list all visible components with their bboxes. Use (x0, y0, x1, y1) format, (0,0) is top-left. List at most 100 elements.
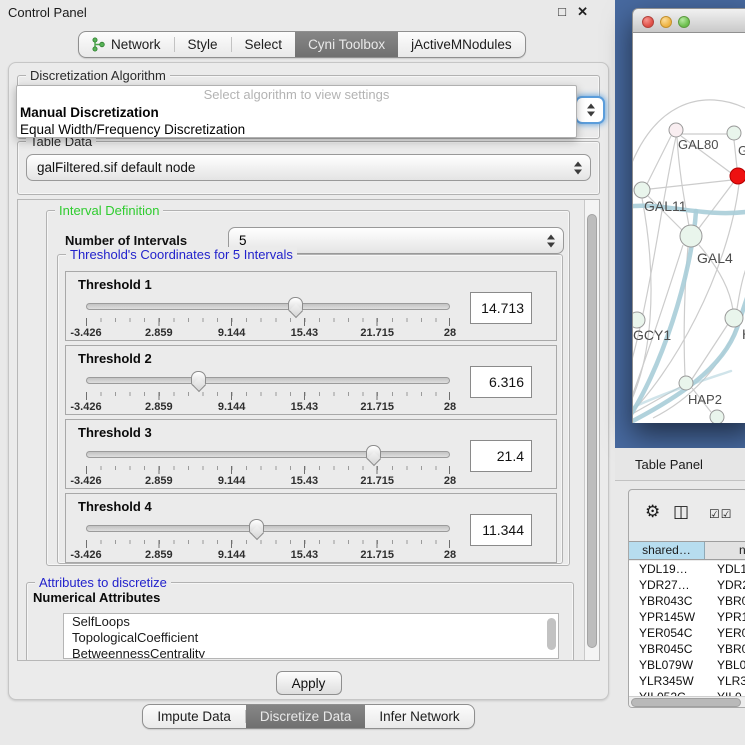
network-window-titlebar[interactable] (632, 8, 745, 33)
table-cell[interactable]: YPR1 (705, 609, 745, 625)
threshold-2-box: Threshold 2 -3.4262.8599.14415.4321.7152… (65, 345, 557, 415)
slider-thumb[interactable] (191, 371, 206, 386)
tab-network[interactable]: Network (79, 32, 174, 57)
float-window-icon[interactable]: □ (558, 4, 566, 19)
table-row[interactable]: YLR345WYLR3 (629, 673, 745, 689)
table-cell[interactable]: YER054C (629, 625, 705, 641)
dropdown-option-manual-discretization[interactable]: Manual Discretization (17, 104, 576, 121)
node-gcy1[interactable] (633, 312, 645, 328)
table-cell[interactable]: YIL0 (705, 689, 745, 696)
node-gal4[interactable] (680, 225, 702, 247)
slider-thumb[interactable] (249, 519, 264, 534)
list-scrollbar[interactable] (547, 616, 556, 656)
table-header-row: shared… na (629, 541, 745, 560)
table-row[interactable]: YPR145WYPR1 (629, 609, 745, 625)
algorithm-dropdown-popup: Select algorithm to view settings Manual… (16, 85, 577, 138)
table-cell[interactable]: YER0 (705, 625, 745, 641)
node-gal11[interactable] (634, 182, 650, 198)
tab-infer-network[interactable]: Infer Network (365, 705, 473, 728)
node-gal80[interactable] (669, 123, 683, 137)
table-cell[interactable]: YDR27… (629, 577, 705, 593)
list-item-betweennesscentrality[interactable]: BetweennessCentrality (64, 646, 558, 659)
top-tab-bar: Network Style Select Cyni Toolbox jActiv… (78, 31, 526, 58)
table-row[interactable]: YBL079WYBL0 (629, 657, 745, 673)
threshold-4-value-field[interactable]: 11.344 (470, 514, 532, 546)
stepper-arrows-icon (574, 160, 583, 175)
threshold-2-value-field[interactable]: 6.316 (470, 366, 532, 398)
control-panel-window: Control Panel □ ✕ Network Style (0, 0, 617, 745)
slider-track[interactable] (86, 451, 450, 458)
tick-label: 2.859 (145, 401, 173, 413)
algorithm-combobox[interactable] (575, 96, 605, 124)
table-cell[interactable]: YBR045C (629, 641, 705, 657)
table-row[interactable]: YDL19…YDL1 (629, 561, 745, 577)
threshold-1-slider[interactable]: -3.4262.8599.14415.4321.71528 (86, 296, 450, 340)
list-item-selfloops[interactable]: SelfLoops (64, 614, 558, 630)
tab-discretize-data[interactable]: Discretize Data (246, 705, 366, 728)
table-row[interactable]: YBR045CYBR0 (629, 641, 745, 657)
cyni-toolbox-panel: Discretization Algorithm Select algorith… (8, 62, 609, 700)
settings-scrollbar[interactable] (584, 200, 599, 660)
column-header-shared-name[interactable]: shared… (629, 542, 705, 559)
column-header-name[interactable]: na (705, 542, 745, 559)
threshold-2-slider[interactable]: -3.4262.8599.14415.4321.71528 (86, 370, 450, 414)
table-row[interactable]: YIL052CYIL0 (629, 689, 745, 696)
close-window-icon[interactable]: ✕ (577, 4, 588, 20)
table-cell[interactable]: YIL052C (629, 689, 705, 696)
table-horizontal-scrollbar[interactable] (629, 696, 745, 708)
select-columns-icon[interactable]: ☑☑ (709, 507, 733, 521)
threshold-1-value-field[interactable]: 14.713 (470, 292, 532, 324)
table-row[interactable]: YBR043CYBR0 (629, 593, 745, 609)
tab-cyni-toolbox[interactable]: Cyni Toolbox (295, 32, 398, 57)
table-row[interactable]: YER054CYER0 (629, 625, 745, 641)
scrollbar-thumb[interactable] (587, 214, 597, 648)
threshold-3-slider[interactable]: -3.4262.8599.14415.4321.71528 (86, 444, 450, 488)
apply-button[interactable]: Apply (276, 671, 342, 695)
slider-major-ticks (86, 392, 450, 400)
scrollbar-thumb[interactable] (631, 698, 741, 707)
network-window: GAL80 G C GAL11 GAL4 GCY1 H HAP2 (632, 8, 745, 423)
table-cell[interactable]: YBR043C (629, 593, 705, 609)
table-row[interactable]: YDR27…YDR2 (629, 577, 745, 593)
threshold-4-slider[interactable]: -3.4262.8599.14415.4321.71528 (86, 518, 450, 562)
node-g[interactable] (727, 126, 741, 140)
tick-label: 21.715 (360, 401, 394, 413)
close-traffic-light-icon[interactable] (642, 16, 654, 28)
tab-style[interactable]: Style (175, 32, 231, 57)
slider-thumb[interactable] (288, 297, 303, 312)
tab-jactivemnodules[interactable]: jActiveMNodules (398, 32, 525, 57)
slider-track[interactable] (86, 377, 450, 384)
node-h[interactable] (725, 309, 743, 327)
minimize-traffic-light-icon[interactable] (660, 16, 672, 28)
table-cell[interactable]: YBL0 (705, 657, 745, 673)
stepper-arrows-icon (587, 103, 596, 118)
slider-track[interactable] (86, 525, 450, 532)
table-data-combobox[interactable]: galFiltered.sif default node (26, 154, 591, 181)
node-red[interactable] (730, 168, 745, 184)
scrollbar-thumb[interactable] (547, 618, 556, 650)
table-cell[interactable]: YLR345W (629, 673, 705, 689)
column-layout-icon[interactable]: ◫ (673, 502, 689, 522)
tab-select[interactable]: Select (232, 32, 296, 57)
slider-track[interactable] (86, 303, 450, 310)
list-item-topologicalcoefficient[interactable]: TopologicalCoefficient (64, 630, 558, 646)
zoom-traffic-light-icon[interactable] (678, 16, 690, 28)
table-cell[interactable]: YBR0 (705, 593, 745, 609)
slider-thumb[interactable] (366, 445, 381, 460)
table-cell[interactable]: YBL079W (629, 657, 705, 673)
table-cell[interactable]: YLR3 (705, 673, 745, 689)
threshold-1-label: Threshold 1 (78, 277, 152, 292)
dropdown-option-equal-width-frequency[interactable]: Equal Width/Frequency Discretization (17, 121, 576, 138)
threshold-4-label: Threshold 4 (78, 499, 152, 514)
table-cell[interactable]: YPR145W (629, 609, 705, 625)
node-bottom[interactable] (710, 410, 724, 423)
network-view[interactable]: GAL80 G C GAL11 GAL4 GCY1 H HAP2 (632, 33, 745, 423)
table-cell[interactable]: YDL19… (629, 561, 705, 577)
tab-impute-data[interactable]: Impute Data (143, 705, 245, 728)
gear-icon[interactable]: ⚙ (645, 502, 660, 522)
table-cell[interactable]: YBR0 (705, 641, 745, 657)
node-hap2[interactable] (679, 376, 693, 390)
table-cell[interactable]: YDL1 (705, 561, 745, 577)
threshold-3-value-field[interactable]: 21.4 (470, 440, 532, 472)
table-cell[interactable]: YDR2 (705, 577, 745, 593)
